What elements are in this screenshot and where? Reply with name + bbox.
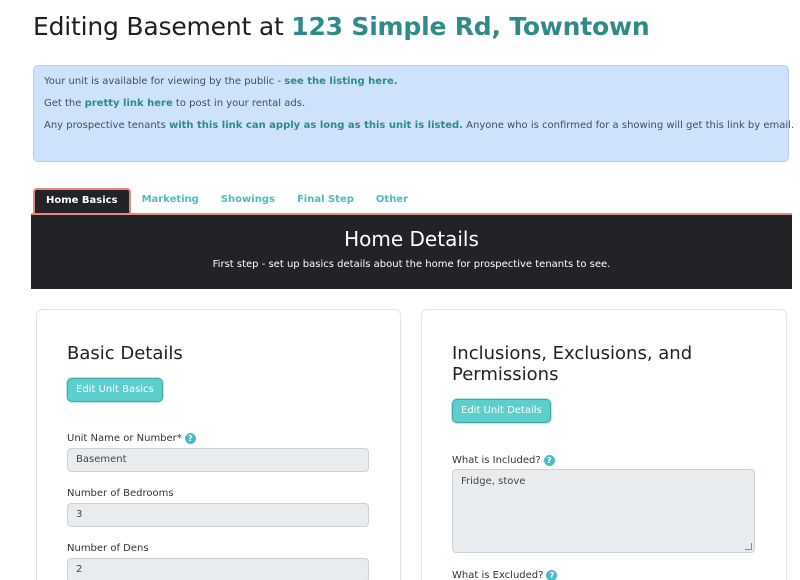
info-line2-pre: Get the xyxy=(44,98,85,109)
page-title: Editing Basement at 123 Simple Rd, Townt… xyxy=(33,12,650,41)
excluded-label: What is Excluded?? xyxy=(452,570,558,580)
included-value: Fridge, stove xyxy=(461,476,526,487)
info-line3-pre: Any prospective tenants xyxy=(44,120,169,131)
included-label: What is Included?? xyxy=(452,455,555,466)
info-line-pretty-link: Get the pretty link here to post in your… xyxy=(44,98,778,109)
tab-home-basics[interactable]: Home Basics xyxy=(33,188,131,214)
tab-other[interactable]: Other xyxy=(365,188,419,214)
tab-marketing[interactable]: Marketing xyxy=(131,188,210,214)
page-title-prefix: Editing Basement at xyxy=(33,12,292,41)
info-line-listing: Your unit is available for viewing by th… xyxy=(44,76,778,87)
dens-label: Number of Dens xyxy=(67,543,149,554)
question-circle-icon[interactable]: ? xyxy=(543,455,555,466)
pretty-link[interactable]: pretty link here xyxy=(85,98,173,109)
bedrooms-field[interactable]: 3 xyxy=(67,503,369,527)
basic-details-title: Basic Details xyxy=(67,343,183,364)
tab-bar: Home Basics Marketing Showings Final Ste… xyxy=(33,188,419,214)
dens-field[interactable]: 2 xyxy=(67,558,369,580)
basic-details-card: Basic Details Edit Unit Basics Unit Name… xyxy=(36,309,401,580)
tab-final-step[interactable]: Final Step xyxy=(286,188,365,214)
info-alert: Your unit is available for viewing by th… xyxy=(33,65,794,162)
included-textarea[interactable]: Fridge, stove xyxy=(452,469,755,553)
resize-grip-icon[interactable] xyxy=(745,543,752,550)
excluded-label-text: What is Excluded? xyxy=(452,570,544,580)
bedrooms-label: Number of Bedrooms xyxy=(67,488,174,499)
info-line1-text: Your unit is available for viewing by th… xyxy=(44,76,285,87)
edit-unit-basics-button[interactable]: Edit Unit Basics xyxy=(67,378,163,402)
question-circle-icon[interactable]: ? xyxy=(546,570,558,580)
inclusions-card: Inclusions, Exclusions, and Permissions … xyxy=(421,309,787,580)
listing-link[interactable]: see the listing here. xyxy=(284,76,397,87)
section-banner: Home Details First step - set up basics … xyxy=(31,213,792,289)
unit-name-field[interactable]: Basement xyxy=(67,448,369,472)
edit-unit-details-button[interactable]: Edit Unit Details xyxy=(452,399,551,423)
banner-subtitle: First step - set up basics details about… xyxy=(212,259,611,270)
page-title-address: 123 Simple Rd, Towntown xyxy=(291,12,650,41)
banner-title: Home Details xyxy=(344,227,479,251)
unit-name-label: Unit Name or Number*? xyxy=(67,433,196,444)
apply-link[interactable]: with this link can apply as long as this… xyxy=(169,120,463,131)
included-label-text: What is Included? xyxy=(452,455,541,466)
info-line2-post: to post in your rental ads. xyxy=(172,98,306,109)
info-line-apply: Any prospective tenants with this link c… xyxy=(44,120,794,131)
unit-name-label-text: Unit Name or Number* xyxy=(67,433,182,444)
question-circle-icon[interactable]: ? xyxy=(184,433,196,444)
inclusions-title: Inclusions, Exclusions, and Permissions xyxy=(452,343,693,385)
info-line3-post: Anyone who is confirmed for a showing wi… xyxy=(462,120,795,131)
tab-showings[interactable]: Showings xyxy=(210,188,286,214)
